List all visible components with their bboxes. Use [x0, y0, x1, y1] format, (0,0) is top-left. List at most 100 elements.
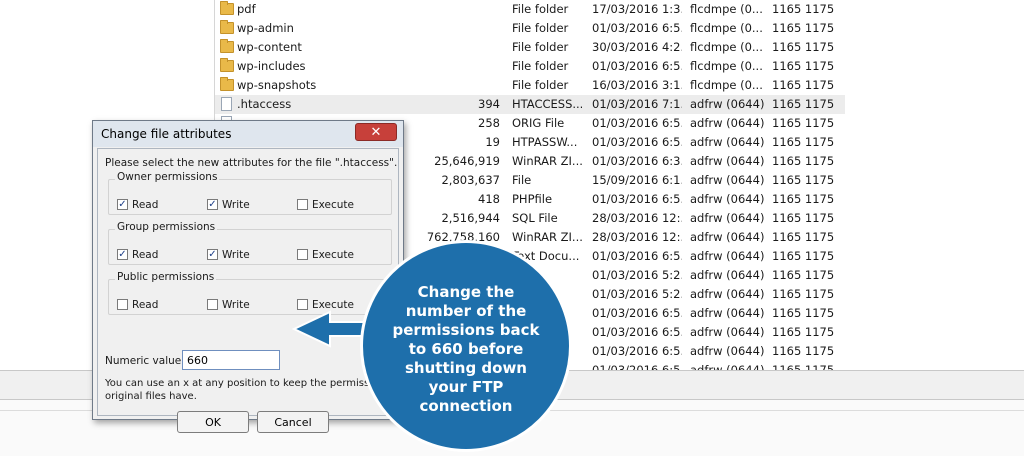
file-permissions: adfrw (0644) — [690, 325, 765, 339]
file-type: File folder — [512, 21, 569, 35]
file-modified: 28/03/2016 12:... — [592, 230, 682, 244]
file-modified: 01/03/2016 6:5... — [592, 135, 682, 149]
file-size — [415, 57, 500, 76]
file-owner-group: 1165 1175 — [772, 21, 835, 35]
checkbox-label: Read — [132, 249, 159, 261]
callout-text: Change the number of the permissions bac… — [392, 283, 540, 415]
file-modified: 01/03/2016 6:3... — [592, 154, 682, 168]
file-size: 19 — [485, 135, 500, 149]
ok-button[interactable]: OK — [177, 411, 249, 433]
file-owner-group: 1165 1175 — [772, 78, 835, 92]
file-modified: 01/03/2016 5:2... — [592, 287, 682, 301]
file-modified: 01/03/2016 6:5... — [592, 116, 682, 130]
file-owner-group: 1165 1175 — [772, 154, 835, 168]
file-owner-group: 1165 1175 — [772, 249, 835, 263]
close-button[interactable]: ✕ — [355, 123, 397, 141]
file-permissions: adfrw (0644) — [690, 268, 765, 282]
cancel-button[interactable]: Cancel — [257, 411, 329, 433]
file-modified: 01/03/2016 5:2... — [592, 268, 682, 282]
folder-icon — [220, 20, 234, 34]
checkbox-label: Execute — [312, 249, 354, 261]
numeric-value-input[interactable] — [182, 350, 280, 370]
file-modified: 01/03/2016 7:1... — [592, 97, 682, 111]
checkbox-label: Write — [222, 299, 250, 311]
file-modified: 01/03/2016 6:5... — [592, 192, 682, 206]
group-title: Owner permissions — [115, 171, 220, 183]
file-row[interactable]: wp-content File folder 30/03/2016 4:2... fl… — [215, 38, 845, 57]
file-modified: 15/09/2016 6:1... — [592, 173, 682, 187]
numeric-hint: You can use an x at any position to keep… — [105, 378, 385, 402]
close-icon: ✕ — [370, 125, 382, 140]
file-modified: 16/03/2016 3:1... — [592, 78, 682, 92]
file-owner-group: 1165 1175 — [772, 192, 835, 206]
checkmark-icon: ✓ — [207, 199, 218, 210]
numeric-value-label: Numeric value: — [105, 355, 185, 367]
folder-icon — [220, 39, 234, 53]
file-size: 258 — [478, 116, 500, 130]
file-size: 418 — [478, 192, 500, 206]
file-owner-group: 1165 1175 — [772, 230, 835, 244]
file-permissions: flcdmpe (0... — [690, 21, 763, 35]
file-permissions: flcdmpe (0... — [690, 59, 763, 73]
file-owner-group: 1165 1175 — [772, 287, 835, 301]
group-title: Group permissions — [115, 221, 218, 233]
checkbox-label: Read — [132, 199, 159, 211]
file-permissions: adfrw (0644) — [690, 173, 765, 187]
dialog-title: Change file attributes — [101, 127, 232, 141]
checkmark-icon: ✓ — [117, 199, 128, 210]
file-owner-group: 1165 1175 — [772, 116, 835, 130]
public-permissions-group: Public permissions Read Write Execute — [108, 271, 392, 315]
file-permissions: adfrw (0644) — [690, 192, 765, 206]
file-owner-group: 1165 1175 — [772, 344, 835, 358]
file-size: 25,646,919 — [434, 154, 500, 168]
file-type: PHPfile — [512, 192, 553, 206]
checkbox-label: Read — [132, 299, 159, 311]
file-size: 394 — [478, 97, 500, 111]
checkbox-label: Execute — [312, 199, 354, 211]
file-permissions: adfrw (0644) — [690, 135, 765, 149]
file-owner-group: 1165 1175 — [772, 211, 835, 225]
file-type: WinRAR ZI... — [512, 154, 582, 168]
checkbox-empty-icon — [117, 299, 128, 310]
file-row[interactable]: wp-snapshots File folder 16/03/2016 3:1...… — [215, 76, 845, 95]
file-owner-group: 1165 1175 — [772, 97, 835, 111]
file-owner-group: 1165 1175 — [772, 135, 835, 149]
file-icon — [221, 97, 232, 111]
file-permissions: adfrw (0644) — [690, 211, 765, 225]
file-permissions: adfrw (0644) — [690, 344, 765, 358]
file-row[interactable]: wp-admin File folder 01/03/2016 6:5... flcd… — [215, 19, 845, 38]
dialog-titlebar: Change file attributes ✕ — [93, 121, 403, 147]
file-permissions: adfrw (0644) — [690, 154, 765, 168]
group-permissions-group: Group permissions ✓ Read ✓ Write Execute — [108, 221, 392, 265]
file-modified: 01/03/2016 6:5... — [592, 21, 682, 35]
group-title: Public permissions — [115, 271, 217, 283]
owner-permissions-group: Owner permissions ✓ Read ✓ Write Execute — [108, 171, 392, 215]
file-permissions: adfrw (0644) — [690, 97, 765, 111]
file-modified: 28/03/2016 12:... — [592, 211, 682, 225]
file-owner-group: 1165 1175 — [772, 2, 835, 16]
checkbox-empty-icon — [297, 199, 308, 210]
file-size — [415, 0, 500, 19]
file-owner-group: 1165 1175 — [772, 268, 835, 282]
file-type: File — [512, 173, 532, 187]
file-size — [415, 38, 500, 57]
file-modified: 01/03/2016 6:5... — [592, 325, 682, 339]
file-row[interactable]: pdf File folder 17/03/2016 1:3... flcdmpe (… — [215, 0, 845, 19]
file-row[interactable]: wp-includes File folder 01/03/2016 6:5... f… — [215, 57, 845, 76]
checkbox-empty-icon — [297, 299, 308, 310]
file-owner-group: 1165 1175 — [772, 59, 835, 73]
file-type: File folder — [512, 78, 569, 92]
checkbox-label: Write — [222, 199, 250, 211]
folder-icon — [220, 58, 234, 72]
checkbox-label: Execute — [312, 299, 354, 311]
file-type: HTPASSW... — [512, 135, 578, 149]
file-size — [415, 76, 500, 95]
file-owner-group: 1165 1175 — [772, 325, 835, 339]
file-permissions: adfrw (0644) — [690, 116, 765, 130]
checkmark-icon: ✓ — [207, 249, 218, 260]
file-type: File folder — [512, 40, 569, 54]
checkbox-label: Write — [222, 249, 250, 261]
checkbox-empty-icon — [297, 249, 308, 260]
file-row[interactable]: .htaccess 394 HTACCESS... 01/03/2016 7:1...… — [215, 95, 845, 114]
file-modified: 17/03/2016 1:3... — [592, 2, 682, 16]
